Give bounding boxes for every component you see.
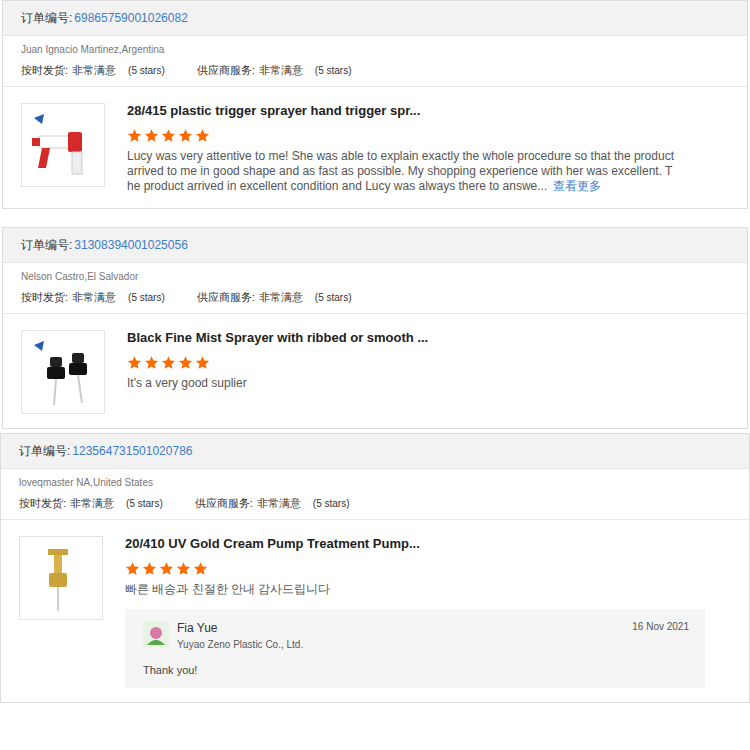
avatar-icon bbox=[143, 621, 169, 647]
rating-label: 按时发货: bbox=[19, 496, 66, 511]
star-icon bbox=[178, 128, 193, 143]
buyer-info: loveqmaster NA,United States 按时发货: 非常满意 … bbox=[1, 469, 749, 520]
rating-item: 供应商服务: 非常满意 (5 stars) bbox=[197, 290, 352, 305]
order-header: 订单编号: 123564731501020786 bbox=[1, 434, 749, 469]
trigger-sprayer-icon bbox=[28, 110, 98, 180]
product-image[interactable] bbox=[19, 536, 103, 620]
rating-label: 供应商服务: bbox=[197, 63, 255, 78]
product-section: Black Fine Mist Sprayer with ribbed or s… bbox=[3, 314, 747, 428]
review-card: 订单编号: 31308394001025056 Nelson Castro,El… bbox=[2, 227, 748, 429]
rating-label: 按时发货: bbox=[21, 290, 68, 305]
rating-item: 按时发货: 非常满意 (5 stars) bbox=[21, 290, 165, 305]
star-icon bbox=[195, 128, 210, 143]
rating-label: 按时发货: bbox=[21, 63, 68, 78]
cream-pump-icon bbox=[26, 543, 96, 613]
rating-value: 非常满意 bbox=[72, 63, 116, 78]
order-number[interactable]: 69865759001026082 bbox=[74, 11, 187, 25]
buyer-info: Juan Ignacio Martinez,Argentina 按时发货: 非常… bbox=[3, 36, 747, 87]
rating-row: 按时发货: 非常满意 (5 stars)供应商服务: 非常满意 (5 stars… bbox=[21, 63, 729, 78]
rating-note: (5 stars) bbox=[315, 65, 352, 76]
rating-note: (5 stars) bbox=[128, 65, 165, 76]
reply-author: Fia Yue bbox=[177, 621, 624, 635]
star-icon bbox=[125, 561, 140, 576]
mist-sprayer-icon bbox=[28, 337, 98, 407]
rating-label: 供应商服务: bbox=[195, 496, 253, 511]
buyer-name: Nelson Castro,El Salvador bbox=[21, 271, 729, 282]
star-icon bbox=[161, 128, 176, 143]
rating-label: 供应商服务: bbox=[197, 290, 255, 305]
star-rating bbox=[125, 561, 731, 576]
star-icon bbox=[159, 561, 174, 576]
buyer-info: Nelson Castro,El Salvador 按时发货: 非常满意 (5 … bbox=[3, 263, 747, 314]
rating-row: 按时发货: 非常满意 (5 stars)供应商服务: 非常满意 (5 stars… bbox=[21, 290, 729, 305]
rating-note: (5 stars) bbox=[313, 498, 350, 509]
product-section: 20/410 UV Gold Cream Pump Treatment Pump… bbox=[1, 520, 749, 702]
rating-row: 按时发货: 非常满意 (5 stars)供应商服务: 非常满意 (5 stars… bbox=[19, 496, 731, 511]
star-icon bbox=[161, 355, 176, 370]
product-section: 28/415 plastic trigger sprayer hand trig… bbox=[3, 87, 747, 208]
star-icon bbox=[144, 355, 159, 370]
reply-text: Thank you! bbox=[143, 664, 689, 676]
buyer-name: Juan Ignacio Martinez,Argentina bbox=[21, 44, 729, 55]
rating-note: (5 stars) bbox=[126, 498, 163, 509]
star-icon bbox=[127, 355, 142, 370]
product-title[interactable]: 28/415 plastic trigger sprayer hand trig… bbox=[127, 103, 729, 118]
review-text: It's a very good suplier bbox=[127, 376, 675, 391]
rating-note: (5 stars) bbox=[315, 292, 352, 303]
review-list: 订单编号: 69865759001026082 Juan Ignacio Mar… bbox=[0, 0, 750, 703]
order-label: 订单编号: bbox=[19, 443, 70, 460]
product-image[interactable] bbox=[21, 330, 105, 414]
order-number[interactable]: 123564731501020786 bbox=[72, 444, 192, 458]
star-icon bbox=[127, 128, 142, 143]
product-image[interactable] bbox=[21, 103, 105, 187]
star-rating bbox=[127, 355, 729, 370]
star-icon bbox=[142, 561, 157, 576]
star-icon bbox=[176, 561, 191, 576]
review-text: 빠른 배송과 친절한 안내 감사드립니다 bbox=[125, 582, 673, 597]
star-icon bbox=[195, 355, 210, 370]
rating-item: 按时发货: 非常满意 (5 stars) bbox=[19, 496, 163, 511]
rating-value: 非常满意 bbox=[259, 290, 303, 305]
rating-value: 非常满意 bbox=[259, 63, 303, 78]
star-rating bbox=[127, 128, 729, 143]
reply-date: 16 Nov 2021 bbox=[632, 621, 689, 632]
star-icon bbox=[178, 355, 193, 370]
rating-item: 供应商服务: 非常满意 (5 stars) bbox=[197, 63, 352, 78]
order-number[interactable]: 31308394001025056 bbox=[74, 238, 187, 252]
order-label: 订单编号: bbox=[21, 10, 72, 27]
order-header: 订单编号: 31308394001025056 bbox=[3, 228, 747, 263]
reply-company: Yuyao Zeno Plastic Co., Ltd. bbox=[177, 639, 624, 650]
star-icon bbox=[193, 561, 208, 576]
order-label: 订单编号: bbox=[21, 237, 72, 254]
review-card: 订单编号: 69865759001026082 Juan Ignacio Mar… bbox=[2, 0, 748, 209]
product-title[interactable]: Black Fine Mist Sprayer with ribbed or s… bbox=[127, 330, 729, 345]
buyer-name: loveqmaster NA,United States bbox=[19, 477, 731, 488]
order-header: 订单编号: 69865759001026082 bbox=[3, 1, 747, 36]
seller-reply: Fia Yue Yuyao Zeno Plastic Co., Ltd. 16 … bbox=[125, 609, 705, 688]
rating-item: 供应商服务: 非常满意 (5 stars) bbox=[195, 496, 350, 511]
product-title[interactable]: 20/410 UV Gold Cream Pump Treatment Pump… bbox=[125, 536, 731, 551]
rating-value: 非常满意 bbox=[257, 496, 301, 511]
rating-value: 非常满意 bbox=[70, 496, 114, 511]
rating-note: (5 stars) bbox=[128, 292, 165, 303]
rating-item: 按时发货: 非常满意 (5 stars) bbox=[21, 63, 165, 78]
see-more-link[interactable]: 查看更多 bbox=[553, 179, 601, 193]
star-icon bbox=[144, 128, 159, 143]
review-text: Lucy was very attentive to me! She was a… bbox=[127, 149, 675, 194]
rating-value: 非常满意 bbox=[72, 290, 116, 305]
review-card: 订单编号: 123564731501020786 loveqmaster NA,… bbox=[0, 433, 750, 703]
